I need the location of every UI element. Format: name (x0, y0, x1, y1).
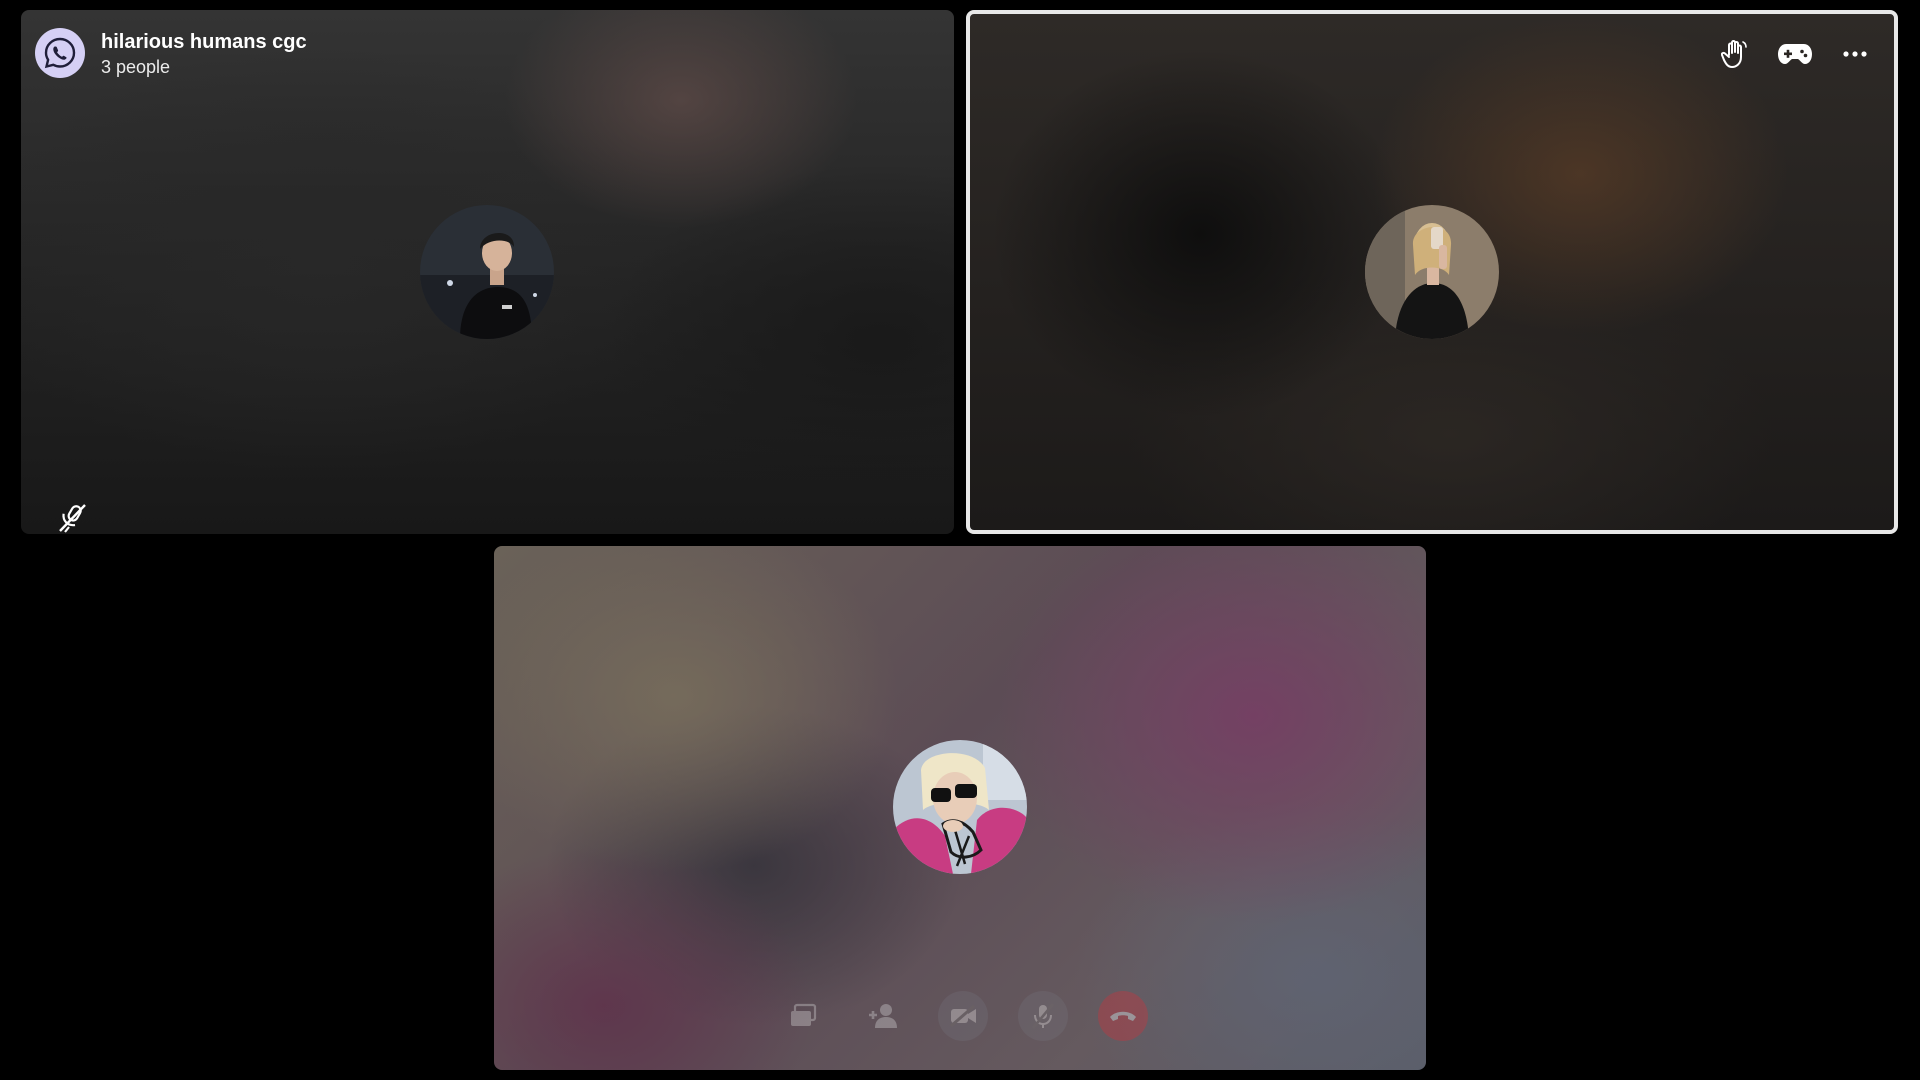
participant-count: 3 people (101, 57, 171, 77)
ellipsis-icon[interactable] (1833, 36, 1877, 72)
raised-hand-icon[interactable] (1713, 36, 1757, 72)
whatsapp-logo-icon (35, 28, 85, 78)
participant-avatar-3 (893, 740, 1027, 874)
call-title: hilarious humans cgc (101, 31, 307, 53)
participant-tile-2[interactable] (966, 10, 1898, 534)
add-person-icon[interactable] (858, 991, 908, 1041)
gamepad-icon[interactable] (1773, 36, 1817, 72)
female-mirror-selfie-photo (1365, 205, 1499, 339)
participant-avatar-2 (1365, 205, 1499, 339)
blonde-sunglasses-photo (893, 740, 1027, 874)
male-profile-photo (420, 205, 554, 339)
phone-hangup-icon[interactable] (1098, 991, 1148, 1041)
participant-avatar-1 (420, 205, 554, 339)
mic-muted-icon (55, 500, 89, 534)
call-controls (778, 991, 1148, 1041)
mic-off-icon[interactable] (1018, 991, 1068, 1041)
screen-share-icon[interactable] (778, 991, 828, 1041)
call-top-actions (1713, 36, 1877, 72)
video-off-icon[interactable] (938, 991, 988, 1041)
call-header: hilarious humans cgc 3 people (35, 28, 307, 79)
participant-tile-1[interactable]: hilarious humans cgc 3 people (21, 10, 954, 534)
